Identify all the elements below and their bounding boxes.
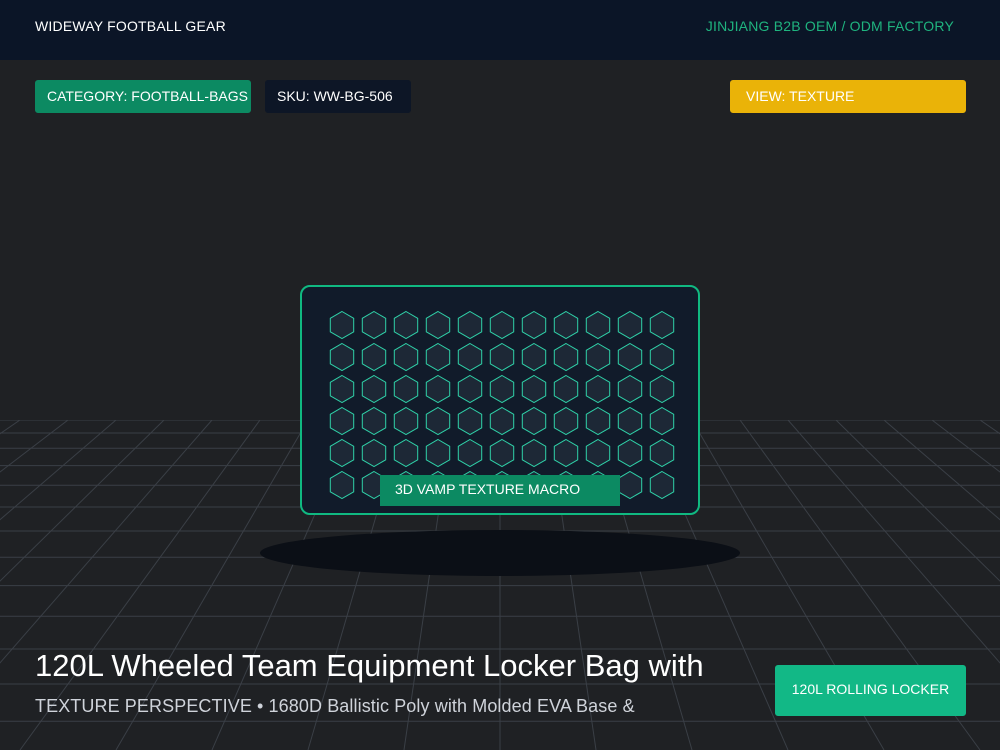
hex-cell [617, 374, 643, 404]
hex-cell [521, 342, 547, 372]
product-title: 120L Wheeled Team Equipment Locker Bag w… [35, 648, 704, 683]
texture-macro-label: 3D VAMP TEXTURE MACRO [380, 475, 620, 506]
hex-cell [329, 406, 355, 436]
hex-cell [329, 342, 355, 372]
product-shadow [260, 530, 740, 576]
hex-cell [585, 406, 611, 436]
hex-cell [457, 406, 483, 436]
hex-cell [489, 438, 515, 468]
brand-name[interactable]: WIDEWAY FOOTBALL GEAR [35, 18, 226, 34]
hex-cell [617, 470, 643, 500]
hex-cell [521, 374, 547, 404]
hex-cell [457, 310, 483, 340]
hex-cell [329, 374, 355, 404]
hex-cell [329, 438, 355, 468]
hex-cell [585, 438, 611, 468]
hex-cell [521, 310, 547, 340]
hex-cell [617, 310, 643, 340]
texture-viewer-panel[interactable]: 3D VAMP TEXTURE MACRO [300, 285, 700, 515]
hex-cell [585, 310, 611, 340]
hex-cell [489, 342, 515, 372]
hex-cell [329, 310, 355, 340]
product-cta-button[interactable]: 120L ROLLING LOCKER [775, 665, 966, 716]
hex-cell [649, 470, 675, 500]
factory-tagline: JINJIANG B2B OEM / ODM FACTORY [705, 18, 954, 34]
sku-chip: SKU: WW-BG-506 [265, 80, 411, 113]
hex-cell [553, 406, 579, 436]
hex-cell [457, 342, 483, 372]
hex-cell [393, 342, 419, 372]
top-bar: WIDEWAY FOOTBALL GEAR JINJIANG B2B OEM /… [0, 0, 1000, 60]
product-subtitle: TEXTURE PERSPECTIVE • 1680D Ballistic Po… [35, 696, 635, 716]
category-chip[interactable]: CATEGORY: FOOTBALL-BAGS [35, 80, 251, 113]
hex-cell [425, 406, 451, 436]
hex-cell [361, 438, 387, 468]
hex-cell [393, 438, 419, 468]
hex-cell [585, 374, 611, 404]
hex-cell [489, 374, 515, 404]
hex-cell [617, 438, 643, 468]
hex-cell [329, 470, 355, 500]
hex-cell [361, 374, 387, 404]
hex-cell [521, 406, 547, 436]
hex-cell [489, 406, 515, 436]
hex-cell [649, 374, 675, 404]
hex-cell [617, 406, 643, 436]
hex-cell [553, 438, 579, 468]
hex-cell [393, 310, 419, 340]
hex-cell [361, 342, 387, 372]
hex-cell [649, 342, 675, 372]
hex-cell [649, 310, 675, 340]
view-mode-chip[interactable]: VIEW: TEXTURE [730, 80, 966, 113]
hex-cell [489, 310, 515, 340]
hex-cell [425, 438, 451, 468]
hex-cell [425, 374, 451, 404]
hex-cell [361, 406, 387, 436]
hex-cell [425, 342, 451, 372]
hex-cell [457, 374, 483, 404]
hex-cell [393, 374, 419, 404]
hex-cell [617, 342, 643, 372]
hex-cell [393, 406, 419, 436]
hex-cell [585, 342, 611, 372]
hex-cell [649, 406, 675, 436]
hex-cell [649, 438, 675, 468]
hex-cell [457, 438, 483, 468]
hex-cell [553, 310, 579, 340]
hex-cell [425, 310, 451, 340]
hex-cell [553, 342, 579, 372]
hex-cell [521, 438, 547, 468]
hex-cell [361, 310, 387, 340]
hex-cell [553, 374, 579, 404]
